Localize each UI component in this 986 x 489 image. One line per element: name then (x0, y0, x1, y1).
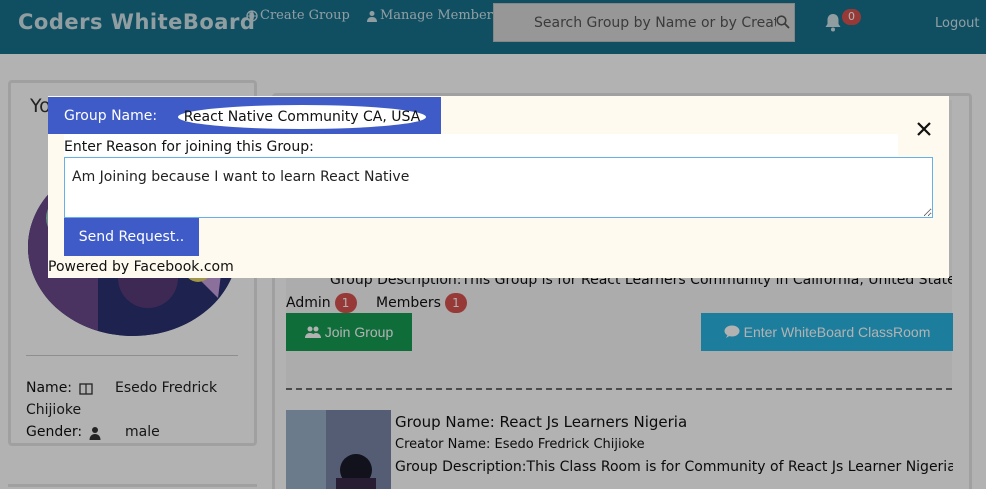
reason-textarea[interactable]: Am Joining because I want to learn React… (64, 157, 933, 218)
modal-group-name-value: React Native Community CA, USA (178, 105, 426, 129)
powered-by-text: Powered by Facebook.com (48, 259, 234, 275)
send-request-button[interactable]: Send Request.. (64, 218, 199, 256)
close-icon[interactable] (913, 118, 935, 140)
modal-group-name-label: Group Name: (64, 108, 158, 124)
reason-label: Enter Reason for joining this Group: (64, 139, 314, 155)
